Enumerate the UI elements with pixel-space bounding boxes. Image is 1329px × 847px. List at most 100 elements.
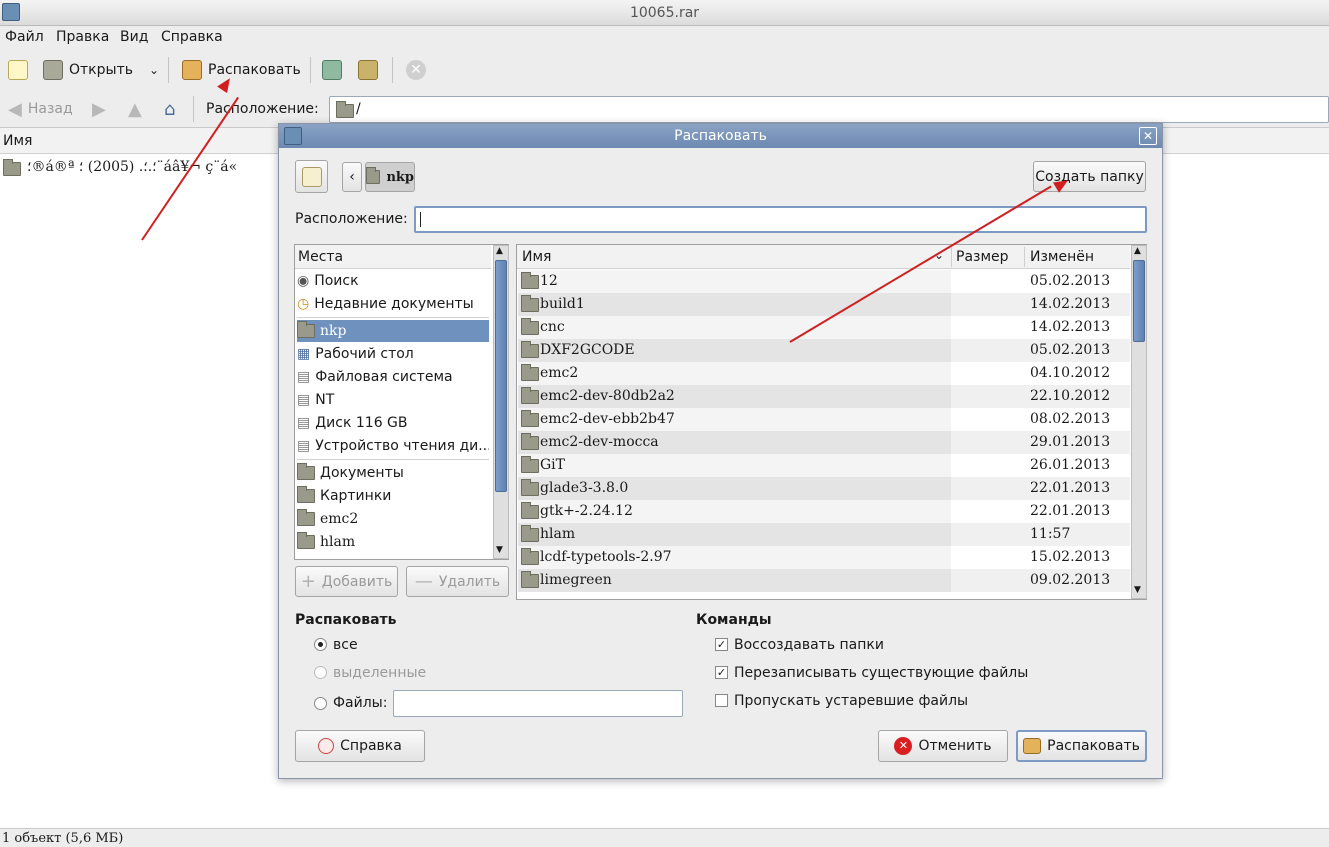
text-cursor — [420, 212, 421, 227]
radio-all[interactable] — [314, 638, 327, 651]
cancel-icon: ✕ — [894, 737, 913, 755]
home-button[interactable]: ⌂ — [158, 94, 181, 124]
folder-modified: 09.02.2013 — [1030, 572, 1111, 588]
extract-toolbar-label: Распаковать — [208, 62, 301, 78]
place-filesystem[interactable]: ▤ Файловая система — [297, 366, 489, 388]
folder-row[interactable]: build1 14.02.2013 — [518, 293, 1130, 316]
menu-view[interactable]: Вид — [120, 29, 148, 45]
home-icon: ⌂ — [164, 98, 176, 120]
radio-files[interactable] — [314, 697, 327, 710]
toolbar-separator — [310, 57, 311, 83]
column-size[interactable]: Размер — [956, 249, 1009, 265]
place-desktop[interactable]: ▦ Рабочий стол — [297, 343, 489, 365]
places-scroll-thumb[interactable] — [495, 260, 507, 492]
folder-icon — [297, 509, 315, 526]
place-label: Поиск — [314, 273, 359, 289]
folder-modified: 15.02.2013 — [1030, 549, 1111, 565]
folder-row[interactable]: emc2 04.10.2012 — [518, 362, 1130, 385]
places-panel: Места ◉ Поиск ◷ Недавние документы nkp ▦ Ра… — [294, 244, 509, 560]
radio-selected[interactable] — [314, 666, 327, 679]
edit-path-button[interactable] — [295, 160, 328, 193]
files-pattern-input[interactable] — [393, 690, 683, 717]
folder-modified: 05.02.2013 — [1030, 273, 1111, 289]
folder-row[interactable]: glade3-3.8.0 22.01.2013 — [518, 477, 1130, 500]
place-recent[interactable]: ◷ Недавние документы — [297, 293, 489, 315]
remove-place-button[interactable]: — Удалить — [406, 566, 509, 597]
menu-help[interactable]: Справка — [161, 29, 223, 45]
place-optical-drive[interactable]: ▤ Устройство чтения ди... — [297, 435, 489, 457]
folder-row[interactable]: emc2-dev-mocca 29.01.2013 — [518, 431, 1130, 454]
open-button[interactable]: Открыть ⌄ — [37, 55, 165, 85]
menubar: Файл Правка Вид Справка — [0, 26, 1329, 50]
scroll-down-icon: ▼ — [496, 545, 503, 555]
place-nkp[interactable]: nkp — [297, 320, 489, 342]
home-folder-icon — [297, 321, 315, 338]
menu-edit[interactable]: Правка — [56, 29, 109, 45]
folder-row[interactable]: DXF2GCODE 05.02.2013 — [518, 339, 1130, 362]
column-name[interactable]: Имя — [522, 249, 551, 265]
place-search[interactable]: ◉ Поиск — [297, 270, 489, 292]
place-disk-116gb[interactable]: ▤ Диск 116 GB — [297, 412, 489, 434]
place-label: Устройство чтения ди... — [315, 438, 489, 454]
folder-modified: 26.01.2013 — [1030, 457, 1111, 473]
path-button-label: nkp — [386, 169, 414, 185]
folder-scroll-thumb[interactable] — [1133, 260, 1145, 342]
column-modified[interactable]: Изменён — [1030, 249, 1094, 265]
add-files-button[interactable] — [316, 55, 348, 85]
checkbox-skip-older[interactable] — [715, 694, 728, 707]
checkbox-overwrite[interactable]: ✓ — [715, 666, 728, 679]
up-button[interactable]: ▲ — [122, 94, 148, 124]
extract-confirm-button[interactable]: Распаковать — [1016, 730, 1147, 762]
place-hlam[interactable]: hlam — [297, 531, 489, 553]
place-pictures[interactable]: Картинки — [297, 485, 489, 507]
close-icon[interactable]: ✕ — [1139, 127, 1157, 145]
column-name[interactable]: Имя — [3, 133, 32, 149]
dialog-titlebar: Распаковать ✕ — [279, 124, 1162, 148]
folder-icon — [521, 479, 539, 496]
checkbox-recreate-folders[interactable]: ✓ — [715, 638, 728, 651]
folder-row[interactable]: lcdf-typetools-2.97 15.02.2013 — [518, 546, 1130, 569]
folder-row[interactable]: gtk+-2.24.12 22.01.2013 — [518, 500, 1130, 523]
folder-row[interactable]: limegreen 09.02.2013 — [518, 569, 1130, 592]
places-header-label: Места — [298, 249, 344, 265]
extract-dialog: Распаковать ✕ ‹ nkp Создать папку Распол… — [278, 123, 1163, 779]
back-button-label: Назад — [27, 101, 73, 117]
file-row[interactable]: ؛®á®ª ؛.؛. (2005) ؛¨áâ¥¬ ç¨á« — [0, 156, 280, 180]
places-header[interactable]: Места — [295, 245, 491, 269]
folder-row[interactable]: 12 05.02.2013 — [518, 270, 1130, 293]
cancel-button[interactable]: ✕ Отменить — [878, 730, 1008, 762]
forward-button[interactable]: ▶ — [86, 94, 112, 124]
add-folder-button[interactable] — [352, 55, 384, 85]
folder-name: glade3-3.8.0 — [540, 480, 629, 496]
place-label: hlam — [320, 534, 356, 550]
places-scrollbar[interactable]: ▲ ▼ — [493, 245, 509, 559]
folder-row[interactable]: emc2-dev-ebb2b47 08.02.2013 — [518, 408, 1130, 431]
place-emc2[interactable]: emc2 — [297, 508, 489, 530]
menu-file[interactable]: Файл — [5, 29, 44, 45]
folder-list-panel: Имя ⌄ Размер Изменён 12 05.02.2013 build1 1… — [516, 244, 1147, 600]
create-folder-label: Создать папку — [1035, 168, 1144, 185]
stop-button[interactable]: ✕ — [400, 55, 432, 85]
folder-icon — [297, 463, 315, 480]
extract-section-title: Распаковать — [295, 612, 397, 628]
path-back-button[interactable]: ‹ — [342, 162, 362, 192]
folder-row[interactable]: hlam 11:57 — [518, 523, 1130, 546]
new-archive-button[interactable] — [2, 55, 34, 85]
help-button[interactable]: Справка — [295, 730, 425, 762]
add-place-button[interactable]: + Добавить — [295, 566, 398, 597]
name-cell-bg — [518, 270, 951, 293]
dialog-location-input[interactable] — [414, 206, 1147, 233]
folder-row[interactable]: GiT 26.01.2013 — [518, 454, 1130, 477]
place-documents[interactable]: Документы — [297, 462, 489, 484]
path-button-nkp[interactable]: nkp — [365, 162, 415, 192]
folder-list-scrollbar[interactable]: ▲ ▼ — [1131, 245, 1147, 599]
folder-icon — [521, 410, 539, 427]
place-nt[interactable]: ▤ NT — [297, 389, 489, 411]
back-button[interactable]: ◀ Назад — [2, 94, 79, 124]
extract-toolbar-button[interactable]: Распаковать — [176, 55, 307, 85]
folder-row[interactable]: emc2-dev-80db2a2 22.10.2012 — [518, 385, 1130, 408]
folder-icon — [297, 486, 315, 503]
location-input[interactable]: / — [329, 96, 1329, 123]
folder-name: build1 — [540, 296, 585, 312]
radio-selected-label: выделенные — [333, 665, 427, 681]
